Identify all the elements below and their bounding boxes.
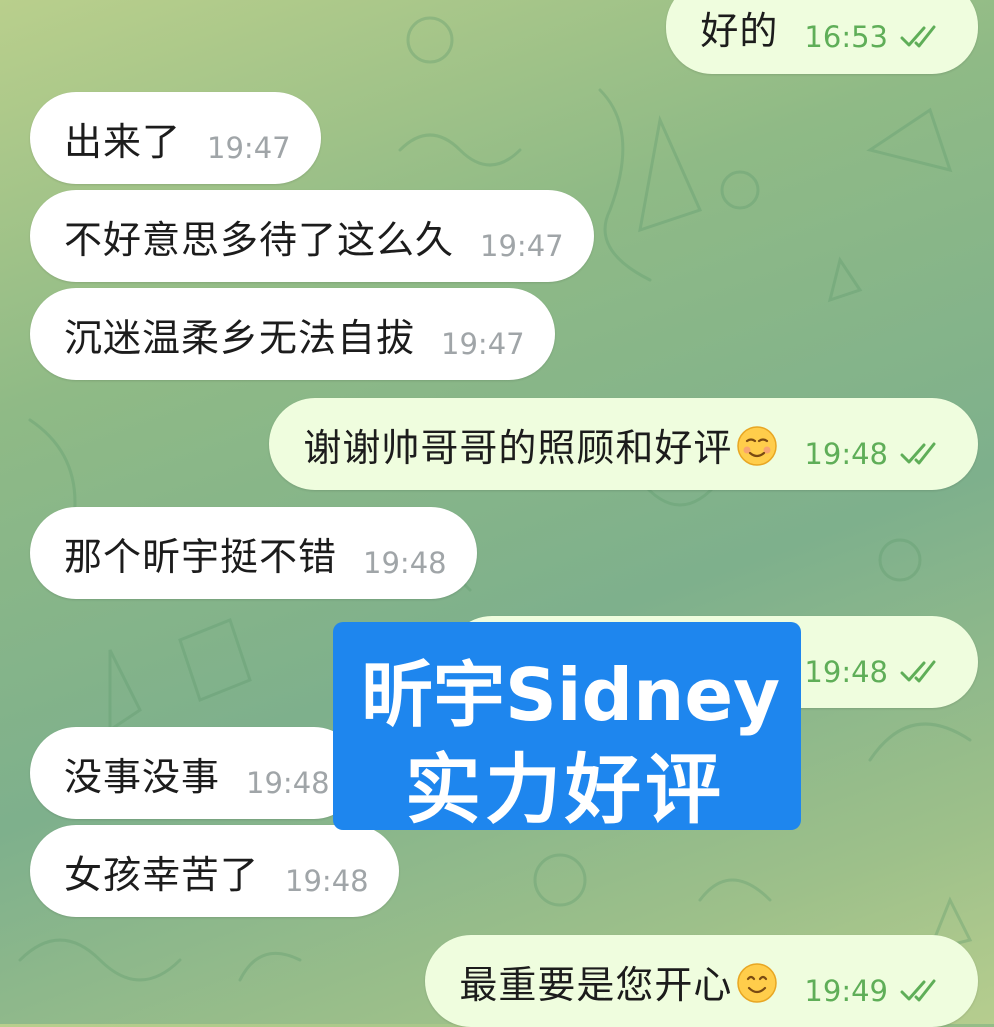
- smiling-face-icon: [737, 962, 778, 1003]
- outgoing-message[interactable]: 好的 16:53: [666, 0, 978, 74]
- message-text: 好的: [700, 8, 779, 53]
- incoming-message[interactable]: 没事没事 19:48: [30, 727, 360, 819]
- message-time: 19:48: [804, 655, 888, 689]
- outgoing-message[interactable]: 谢谢帅哥哥的照顾和好评 19:48: [269, 398, 978, 490]
- incoming-message[interactable]: 那个昕宇挺不错 19:48: [30, 507, 477, 599]
- overlay-line-1: 昕宇Sidney: [361, 653, 781, 737]
- message-text: 那个昕宇挺不错: [64, 534, 338, 579]
- message-text: 谢谢帅哥哥的照顾和好评: [303, 417, 778, 472]
- message-text-body: 最重要是您开心: [459, 962, 733, 1007]
- message-time: 19:48: [246, 766, 330, 800]
- message-text: 没事没事: [64, 754, 221, 799]
- incoming-message[interactable]: 女孩幸苦了 19:48: [30, 825, 399, 917]
- message-time: 19:47: [480, 229, 564, 263]
- overlay-line-2: 实力好评: [405, 745, 725, 834]
- incoming-message[interactable]: 沉迷温柔乡无法自拔 19:47: [30, 288, 555, 380]
- double-check-icon: [900, 442, 936, 465]
- message-time: 19:48: [285, 864, 369, 898]
- incoming-message[interactable]: 不好意思多待了这么久 19:47: [30, 190, 594, 282]
- double-check-icon: [900, 25, 936, 48]
- message-text: 沉迷温柔乡无法自拔: [64, 315, 416, 360]
- message-time: 19:47: [441, 327, 525, 361]
- double-check-icon: [900, 660, 936, 683]
- message-text: 女孩幸苦了: [64, 852, 260, 897]
- message-time: 19:47: [207, 131, 291, 165]
- smiling-face-icon: [737, 425, 778, 466]
- double-check-icon: [900, 979, 936, 1002]
- message-text: 最重要是您开心: [459, 954, 778, 1009]
- message-time: 16:53: [804, 20, 888, 54]
- message-time: 19:48: [804, 437, 888, 471]
- incoming-message[interactable]: 出来了 19:47: [30, 92, 321, 184]
- message-text: 不好意思多待了这么久: [64, 217, 455, 262]
- message-time: 19:48: [363, 546, 447, 580]
- promo-overlay-label: 昕宇Sidney 实力好评: [333, 622, 801, 834]
- message-text-body: 谢谢帅哥哥的照顾和好评: [303, 425, 733, 470]
- message-text: 出来了: [64, 119, 182, 164]
- message-time: 19:49: [804, 974, 888, 1008]
- outgoing-message[interactable]: 最重要是您开心 19:49: [425, 935, 978, 1027]
